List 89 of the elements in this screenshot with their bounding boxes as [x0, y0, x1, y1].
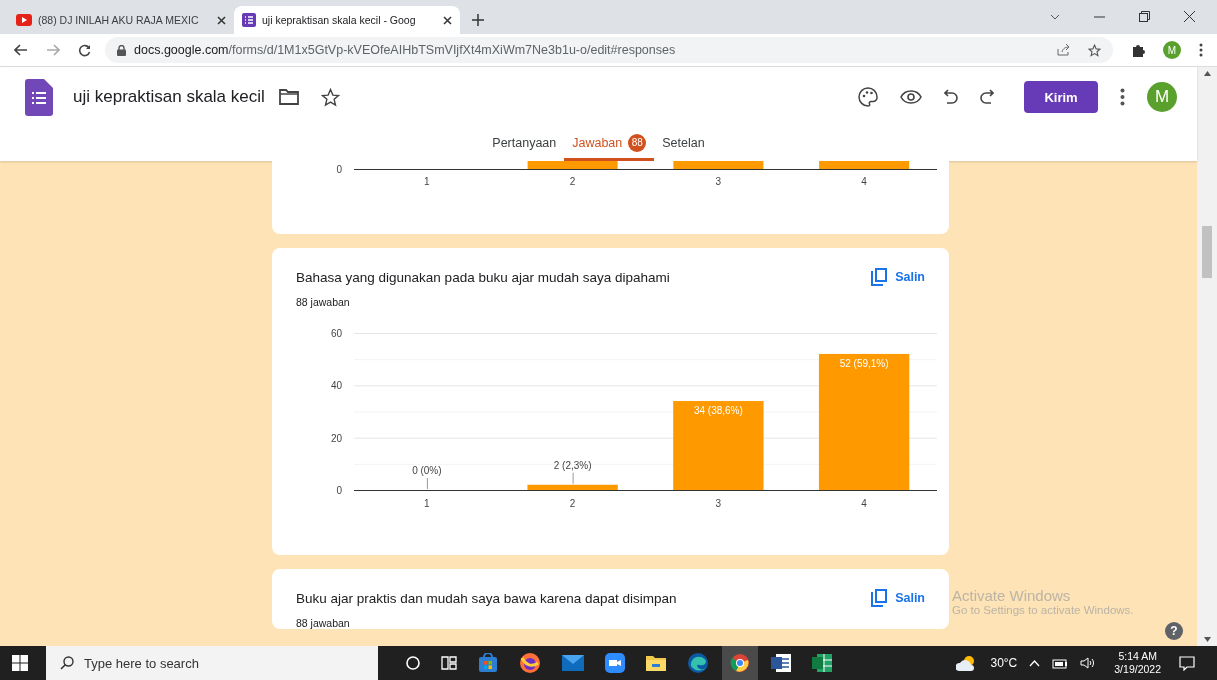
axis-label: 2	[569, 498, 576, 509]
question-title: Bahasa yang digunakan pada buku ajar mudah saya dipahami	[296, 269, 671, 285]
puzzle-icon[interactable]	[1131, 43, 1145, 57]
browser-icon[interactable]	[687, 652, 709, 674]
axis-label: 4	[861, 498, 867, 509]
tab-label: Jawaban	[572, 135, 623, 150]
activation-notice-title: Activate Windows	[952, 587, 1072, 604]
search-icon	[60, 656, 74, 670]
store-icon[interactable]	[478, 653, 498, 673]
axis-label: 0	[336, 164, 342, 175]
close-icon[interactable]	[443, 15, 452, 25]
chevron-down-icon[interactable]	[1050, 13, 1060, 20]
notification-icon[interactable]	[1179, 655, 1195, 671]
document-app-icon[interactable]	[771, 654, 791, 672]
folder-icon[interactable]	[646, 655, 666, 671]
lock-icon	[117, 44, 126, 56]
scroll-down-icon[interactable]	[1203, 637, 1211, 642]
start-icon[interactable]	[12, 655, 28, 671]
form-tab[interactable]: Pertanyaan	[484, 127, 565, 161]
network-icon[interactable]	[1052, 657, 1069, 669]
axis-label: 1	[424, 176, 430, 187]
temperature[interactable]: 30°C	[990, 656, 1018, 670]
redo-icon[interactable]	[980, 89, 994, 105]
reload-icon[interactable]	[78, 43, 91, 57]
axis-label: 20	[330, 432, 342, 444]
video-camera-icon[interactable]	[605, 653, 625, 673]
spreadsheet-app-icon[interactable]	[812, 654, 832, 672]
value-label: 0 (0%)	[412, 465, 442, 476]
clock-time[interactable]: 5:14 AM	[1118, 649, 1157, 663]
axis-label: 60	[330, 328, 342, 339]
forms-logo-icon[interactable]	[25, 78, 53, 116]
copy-button[interactable]: Salin	[871, 268, 925, 286]
more-icon[interactable]	[1120, 88, 1125, 106]
more-icon[interactable]	[1199, 43, 1203, 57]
eye-icon[interactable]	[900, 90, 922, 104]
axis-label: 3	[715, 176, 722, 187]
browser-tab[interactable]: uji kepraktisan skala kecil - Goog	[234, 6, 460, 34]
task-view-icon[interactable]	[441, 656, 457, 670]
share-icon[interactable]	[1057, 43, 1070, 56]
axis-label: 3	[715, 498, 722, 509]
axis-label: 0	[336, 485, 342, 496]
close-icon[interactable]	[217, 15, 226, 25]
browser-icon[interactable]	[722, 646, 758, 680]
star-icon[interactable]	[1088, 43, 1101, 57]
back-icon[interactable]	[14, 44, 28, 56]
value-label: 2 (2,3%)	[553, 459, 592, 471]
send-button[interactable]: Kirim	[1024, 81, 1098, 113]
new-tab-icon[interactable]	[472, 14, 484, 26]
caret-up-icon[interactable]	[1029, 659, 1041, 667]
play-icon	[16, 14, 32, 26]
browser-tab[interactable]: (88) DJ INILAH AKU RAJA MEXIC	[8, 6, 234, 34]
value-label: 34 (38,6%)	[693, 405, 743, 417]
response-count: 88 jawaban	[296, 617, 350, 629]
copy-icon	[871, 589, 888, 607]
undo-icon[interactable]	[944, 89, 958, 105]
restore-icon[interactable]	[1139, 11, 1150, 22]
copy-icon	[871, 268, 888, 286]
circle-icon[interactable]	[406, 656, 420, 670]
axis-label: 1	[424, 498, 430, 509]
scrollbar[interactable]	[1197, 67, 1217, 646]
leader-line	[572, 472, 574, 485]
browser-icon[interactable]	[519, 652, 541, 674]
scroll-thumb[interactable]	[1202, 226, 1212, 278]
question-title: Buku ajar praktis dan mudah saya bawa karena dapat disimpan	[296, 590, 678, 606]
activation-notice-text: Go to Settings to activate Windows.	[952, 604, 1134, 616]
address-bar[interactable]: docs.google.com/forms/d/1M1x5GtVp-kVEOfeAIHbTSmVIjfXt4mXiWm7Ne3b1u-o/edit#responses	[105, 37, 1113, 63]
help-button[interactable]: ?	[1165, 622, 1183, 640]
leader-line	[426, 477, 428, 490]
count-badge: 88	[628, 133, 647, 152]
form-tab[interactable]: Setelan	[654, 127, 713, 161]
axis-label: 4	[861, 176, 867, 187]
star-icon[interactable]	[320, 87, 340, 107]
palette-icon[interactable]	[858, 87, 878, 107]
form-title[interactable]: uji kepraktisan skala kecil	[73, 87, 265, 107]
value-label: 52 (59,1%)	[839, 357, 889, 369]
speaker-icon[interactable]	[1080, 657, 1097, 669]
axis-label: 2	[569, 176, 576, 187]
form-icon	[242, 13, 256, 27]
taskbar-search-field[interactable]: Type here to search	[46, 646, 378, 680]
tab-label: Pertanyaan	[492, 135, 557, 150]
close-icon[interactable]	[1184, 11, 1195, 22]
copy-button[interactable]: Salin	[871, 589, 925, 607]
axis-label: 40	[330, 380, 342, 392]
scroll-up-icon[interactable]	[1203, 71, 1211, 76]
minimize-icon[interactable]	[1094, 15, 1105, 18]
response-count: 88 jawaban	[296, 296, 350, 308]
tab-label: Setelan	[662, 135, 705, 150]
folder-icon[interactable]	[278, 89, 299, 105]
clock-date[interactable]: 3/19/2022	[1114, 663, 1161, 677]
